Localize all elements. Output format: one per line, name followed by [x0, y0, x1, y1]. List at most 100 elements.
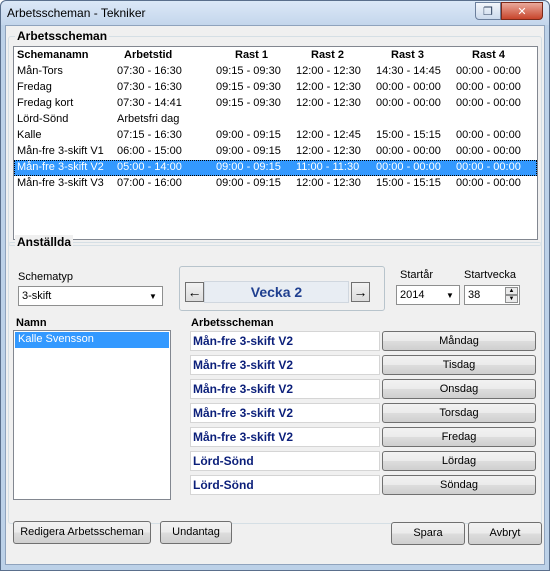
- day-schedule-field[interactable]: Mån-fre 3-skift V2: [190, 331, 380, 351]
- cell-rast4: 00:00 - 00:00: [456, 97, 521, 109]
- cell-arbetstid: 07:15 - 16:30: [117, 129, 182, 141]
- column-header-schemanamn[interactable]: Schemanamn: [17, 49, 89, 61]
- cell-rast1: 09:00 - 09:15: [216, 145, 281, 157]
- cell-schemanamn: Fredag: [17, 81, 52, 93]
- column-header-rast1[interactable]: Rast 1: [235, 49, 268, 61]
- schedules-group-title: Arbetsscheman: [15, 29, 110, 43]
- cell-rast2: 12:00 - 12:30: [296, 97, 361, 109]
- day-button[interactable]: Onsdag: [382, 379, 536, 399]
- startyear-value: 2014: [400, 289, 425, 301]
- exceptions-button[interactable]: Undantag: [160, 521, 232, 544]
- spin-up-icon[interactable]: ▲: [505, 287, 518, 295]
- spin-down-icon[interactable]: ▼: [505, 295, 518, 303]
- day-button[interactable]: Lördag: [382, 451, 536, 471]
- table-row[interactable]: Mån-fre 3-skift V1 06:00 - 15:00 09:00 - 0…: [14, 144, 537, 160]
- table-row[interactable]: Fredag kort 07:30 - 14:41 09:15 - 09:30 12:…: [14, 96, 537, 112]
- cell-schemanamn: Lörd-Sönd: [17, 113, 69, 125]
- startweek-spinner[interactable]: 38 ▲ ▼: [464, 285, 520, 305]
- edit-schedules-button[interactable]: Redigera Arbetsscheman: [13, 521, 151, 544]
- table-row[interactable]: Mån-Tors 07:30 - 16:30 09:15 - 09:30 12:00 …: [14, 64, 537, 80]
- previous-week-button[interactable]: ←: [185, 282, 204, 302]
- table-row[interactable]: Fredag 07:30 - 16:30 09:15 - 09:30 12:00 - …: [14, 80, 537, 96]
- restore-icon: ❐: [483, 5, 493, 18]
- cell-rast4: 00:00 - 00:00: [456, 81, 521, 93]
- day-button[interactable]: Måndag: [382, 331, 536, 351]
- cell-rast4: 00:00 - 00:00: [456, 177, 521, 189]
- table-row[interactable]: Lörd-Sönd Arbetsfri dag: [14, 112, 537, 128]
- restore-button[interactable]: ❐: [475, 2, 501, 20]
- cell-arbetstid: 07:30 - 14:41: [117, 97, 182, 109]
- window-title: Arbetsscheman - Tekniker: [7, 6, 146, 20]
- cell-rast1: 09:00 - 09:15: [216, 161, 281, 173]
- column-header-rast3[interactable]: Rast 3: [391, 49, 424, 61]
- cell-rast1: 09:15 - 09:30: [216, 97, 281, 109]
- cancel-button[interactable]: Avbryt: [468, 522, 542, 545]
- next-week-button[interactable]: →: [351, 282, 370, 302]
- cell-rast4: 00:00 - 00:00: [456, 161, 521, 173]
- day-schedule-field[interactable]: Lörd-Sönd: [190, 451, 380, 471]
- cell-arbetstid: 06:00 - 15:00: [117, 145, 182, 157]
- cell-arbetstid: Arbetsfri dag: [117, 113, 180, 125]
- column-header-rast2[interactable]: Rast 2: [311, 49, 344, 61]
- cell-arbetstid: 07:30 - 16:30: [117, 65, 182, 77]
- cell-rast3: 00:00 - 00:00: [376, 81, 441, 93]
- day-schedule-field[interactable]: Lörd-Sönd: [190, 475, 380, 495]
- schedule-assignments-header: Arbetsscheman: [191, 317, 274, 329]
- table-row[interactable]: Kalle 07:15 - 16:30 09:00 - 09:15 12:00 - 1…: [14, 128, 537, 144]
- close-button[interactable]: ✕: [501, 2, 543, 20]
- cell-rast1: 09:15 - 09:30: [216, 81, 281, 93]
- schematype-label: Schematyp: [18, 271, 74, 283]
- schematype-value: 3-skift: [22, 290, 52, 302]
- cell-rast3: 00:00 - 00:00: [376, 145, 441, 157]
- cell-rast4: 00:00 - 00:00: [456, 129, 521, 141]
- title-bar: Arbetsscheman - Tekniker ❐ ✕: [1, 1, 549, 25]
- dialog-body: Arbetsscheman Schemanamn Arbetstid Rast …: [5, 25, 545, 565]
- day-schedule-field[interactable]: Mån-fre 3-skift V2: [190, 427, 380, 447]
- arrow-right-icon: →: [353, 284, 368, 300]
- table-row[interactable]: Mån-fre 3-skift V2 05:00 - 14:00 09:00 - 0…: [14, 160, 537, 176]
- list-item[interactable]: Kalle Svensson: [15, 332, 169, 348]
- cell-schemanamn: Mån-fre 3-skift V3: [17, 177, 104, 189]
- employee-list[interactable]: Kalle Svensson: [13, 330, 171, 500]
- cell-schemanamn: Kalle: [17, 129, 42, 141]
- arrow-left-icon: ←: [187, 284, 202, 300]
- cell-rast3: 14:30 - 14:45: [376, 65, 441, 77]
- day-schedule-field[interactable]: Mån-fre 3-skift V2: [190, 355, 380, 375]
- schedules-table[interactable]: Schemanamn Arbetstid Rast 1 Rast 2 Rast …: [13, 46, 538, 240]
- startyear-label: Startår: [400, 269, 434, 281]
- cell-arbetstid: 05:00 - 14:00: [117, 161, 182, 173]
- startweek-label: Startvecka: [464, 269, 516, 281]
- day-button[interactable]: Tisdag: [382, 355, 536, 375]
- cell-rast3: 15:00 - 15:15: [376, 177, 441, 189]
- day-schedule-field[interactable]: Mån-fre 3-skift V2: [190, 379, 380, 399]
- close-icon: ✕: [517, 5, 527, 18]
- day-schedule-field[interactable]: Mån-fre 3-skift V2: [190, 403, 380, 423]
- names-header: Namn: [16, 317, 47, 329]
- chevron-down-icon: ▼: [149, 291, 157, 301]
- day-button[interactable]: Torsdag: [382, 403, 536, 423]
- cell-arbetstid: 07:00 - 16:00: [117, 177, 182, 189]
- cell-rast4: 00:00 - 00:00: [456, 65, 521, 77]
- app-window: Arbetsscheman - Tekniker ❐ ✕ Arbetsschem…: [0, 0, 550, 571]
- startyear-select[interactable]: 2014 ▼: [396, 285, 460, 305]
- cell-schemanamn: Fredag kort: [17, 97, 74, 109]
- day-button[interactable]: Söndag: [382, 475, 536, 495]
- week-label: Vecka 2: [204, 281, 349, 303]
- cell-rast2: 11:00 - 11:30: [296, 161, 360, 173]
- cell-schemanamn: Mån-fre 3-skift V2: [17, 161, 104, 173]
- cell-rast1: 09:00 - 09:15: [216, 177, 281, 189]
- cell-arbetstid: 07:30 - 16:30: [117, 81, 182, 93]
- chevron-down-icon: ▼: [446, 290, 454, 300]
- employees-group-title: Anställda: [15, 235, 74, 249]
- column-header-rast4[interactable]: Rast 4: [472, 49, 505, 61]
- save-button[interactable]: Spara: [391, 522, 465, 545]
- schematype-select[interactable]: 3-skift ▼: [18, 286, 163, 306]
- column-header-arbetstid[interactable]: Arbetstid: [124, 49, 172, 61]
- cell-rast3: 00:00 - 00:00: [376, 161, 441, 173]
- schedules-table-header: Schemanamn Arbetstid Rast 1 Rast 2 Rast …: [14, 48, 537, 64]
- table-row[interactable]: Mån-fre 3-skift V3 07:00 - 16:00 09:00 - 0…: [14, 176, 537, 192]
- day-button[interactable]: Fredag: [382, 427, 536, 447]
- cell-rast3: 00:00 - 00:00: [376, 97, 441, 109]
- cell-rast1: 09:15 - 09:30: [216, 65, 281, 77]
- cell-rast3: 15:00 - 15:15: [376, 129, 441, 141]
